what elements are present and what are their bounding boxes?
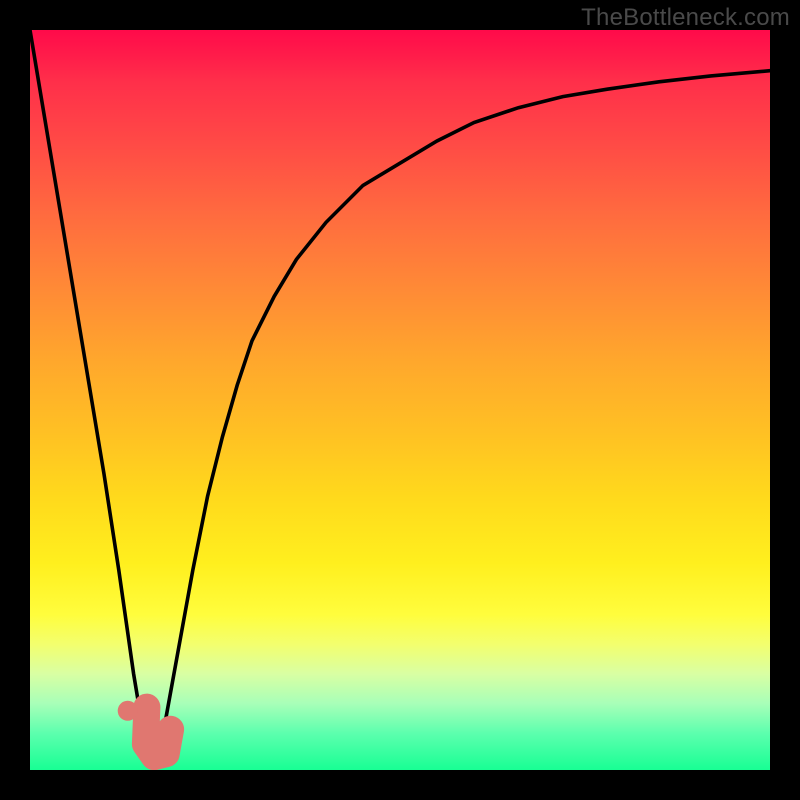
chart-frame: TheBottleneck.com	[0, 0, 800, 800]
j-marker-dot	[118, 701, 138, 721]
watermark-text: TheBottleneck.com	[581, 4, 790, 32]
chart-svg	[30, 30, 770, 770]
bottleneck-curve	[30, 30, 770, 763]
plot-area	[30, 30, 770, 770]
